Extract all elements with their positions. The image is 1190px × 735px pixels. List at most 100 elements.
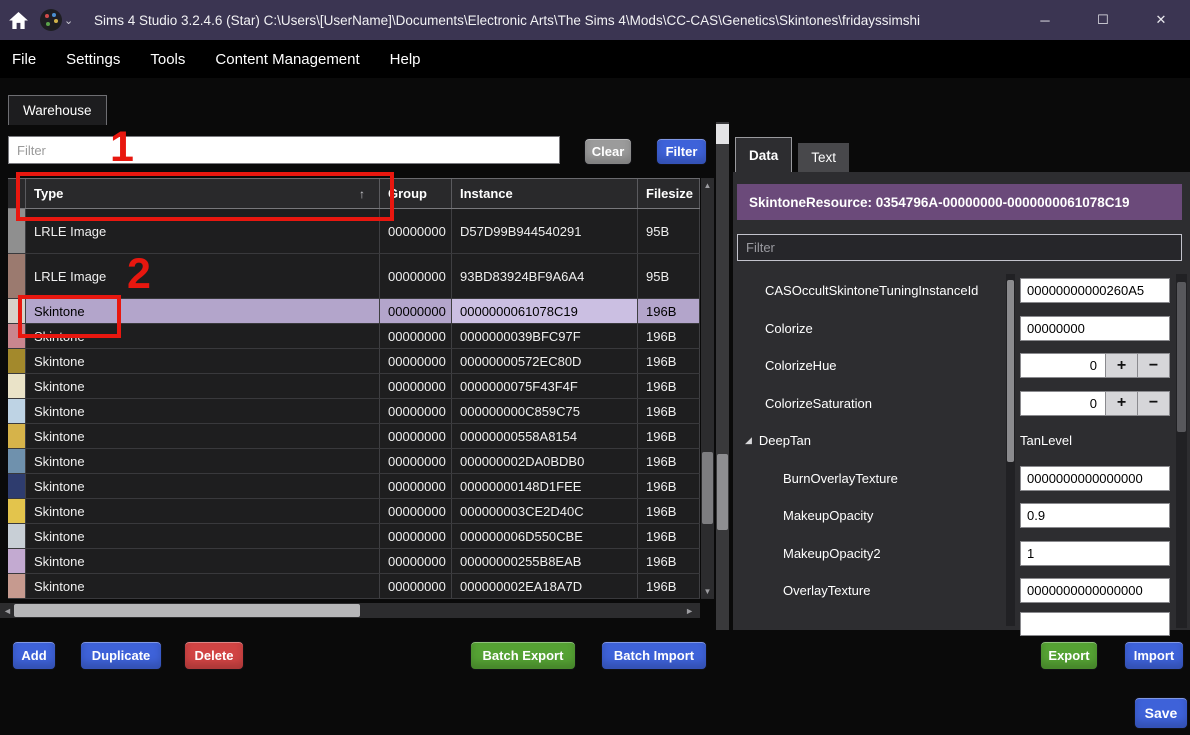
- menu-item-tools[interactable]: Tools: [150, 51, 185, 68]
- property-value-wrap: 0000000000000000: [1020, 578, 1170, 603]
- scroll-up-icon[interactable]: ▲: [701, 181, 714, 190]
- cell-type: LRLE Image: [26, 254, 380, 298]
- batch-export-button[interactable]: Batch Export: [470, 641, 576, 670]
- table-row[interactable]: Skintone00000000000000003CE2D40C196B: [8, 499, 700, 524]
- cell-filesize: 196B: [638, 324, 700, 348]
- home-icon[interactable]: [0, 0, 36, 40]
- property-scroll-thumb[interactable]: [1007, 280, 1014, 462]
- panel-scrollbar[interactable]: [716, 122, 729, 630]
- cell-instance: 00000000255B8EAB: [452, 549, 638, 573]
- detail-scroll-thumb[interactable]: [1177, 282, 1186, 432]
- close-button[interactable]: ✕: [1132, 0, 1190, 40]
- minimize-button[interactable]: ─: [1016, 0, 1074, 40]
- add-button[interactable]: Add: [12, 641, 56, 670]
- tab-text[interactable]: Text: [798, 143, 849, 172]
- property-value-input[interactable]: 00000000: [1020, 316, 1170, 341]
- scroll-right-icon[interactable]: ►: [685, 606, 694, 616]
- table-row[interactable]: Skintone00000000000000006D550CBE196B: [8, 524, 700, 549]
- tab-warehouse[interactable]: Warehouse: [8, 95, 107, 125]
- table-row[interactable]: Skintone0000000000000000255B8EAB196B: [8, 549, 700, 574]
- swatch-cell: [8, 209, 26, 253]
- property-value-input[interactable]: 0: [1021, 354, 1105, 377]
- increment-button[interactable]: +: [1105, 354, 1137, 377]
- cell-type: Skintone: [26, 474, 380, 498]
- cell-group: 00000000: [380, 449, 452, 473]
- panel-scroll-top-thumb[interactable]: [716, 124, 729, 144]
- cell-filesize: 95B: [638, 209, 700, 253]
- import-button[interactable]: Import: [1124, 641, 1184, 670]
- table-horizontal-scrollbar[interactable]: ◄ ►: [0, 603, 700, 618]
- cell-group: 00000000: [380, 524, 452, 548]
- cell-filesize: 196B: [638, 449, 700, 473]
- clear-button[interactable]: Clear: [584, 138, 632, 165]
- decrement-button[interactable]: −: [1137, 354, 1169, 377]
- vertical-scroll-thumb[interactable]: [702, 452, 713, 524]
- table-row[interactable]: Skintone00000000000000000C859C75196B: [8, 399, 700, 424]
- palette-icon[interactable]: [36, 0, 66, 40]
- scroll-left-icon[interactable]: ◄: [3, 606, 12, 616]
- increment-button[interactable]: +: [1105, 392, 1137, 415]
- cell-instance: D57D99B944540291: [452, 209, 638, 253]
- scroll-down-icon[interactable]: ▼: [701, 587, 714, 596]
- property-filter-input[interactable]: [737, 234, 1182, 261]
- table-row[interactable]: Skintone0000000000000000148D1FEE196B: [8, 474, 700, 499]
- menu-item-help[interactable]: Help: [390, 51, 421, 68]
- table-row[interactable]: LRLE Image00000000D57D99B94454029195B: [8, 209, 700, 254]
- cell-type: Skintone: [26, 549, 380, 573]
- filter-button[interactable]: Filter: [656, 138, 707, 165]
- save-button[interactable]: Save: [1134, 697, 1188, 729]
- property-value-input[interactable]: 0: [1021, 392, 1105, 415]
- export-button[interactable]: Export: [1040, 641, 1098, 670]
- column-header-group[interactable]: Group: [380, 179, 452, 208]
- menu-item-content-management[interactable]: Content Management: [215, 51, 359, 68]
- warehouse-filter-input[interactable]: [8, 136, 560, 164]
- property-row: CASOccultSkintoneTuningInstanceId0000000…: [737, 272, 1182, 310]
- table-row[interactable]: Skintone0000000000000000572EC80D196B: [8, 349, 700, 374]
- property-value-input[interactable]: 0000000000000000: [1020, 466, 1170, 491]
- menu-item-file[interactable]: File: [12, 51, 36, 68]
- column-header-type[interactable]: Type↑: [26, 179, 380, 208]
- chevron-down-icon[interactable]: ⌄: [64, 14, 78, 27]
- cell-filesize: 196B: [638, 399, 700, 423]
- cell-type: Skintone: [26, 399, 380, 423]
- property-value-input[interactable]: 00000000000260A5: [1020, 278, 1170, 303]
- table-row[interactable]: Skintone0000000000000000558A8154196B: [8, 424, 700, 449]
- decrement-button[interactable]: −: [1137, 392, 1169, 415]
- table-row[interactable]: Skintone00000000000000002EA18A7D196B: [8, 574, 700, 599]
- property-row: BurnOverlayTexture0000000000000000: [737, 460, 1182, 498]
- delete-button[interactable]: Delete: [184, 641, 244, 670]
- property-grid-scrollbar[interactable]: [1006, 274, 1015, 626]
- detail-vertical-scrollbar[interactable]: [1176, 274, 1187, 628]
- property-value-input[interactable]: 0.9: [1020, 503, 1170, 528]
- batch-import-button[interactable]: Batch Import: [601, 641, 707, 670]
- horizontal-scroll-thumb[interactable]: [14, 604, 360, 617]
- table-row[interactable]: Skintone00000000000000002DA0BDB0196B: [8, 449, 700, 474]
- duplicate-button[interactable]: Duplicate: [80, 641, 162, 670]
- menu-item-settings[interactable]: Settings: [66, 51, 120, 68]
- cell-filesize: 196B: [638, 574, 700, 598]
- maximize-button[interactable]: ☐: [1074, 0, 1132, 40]
- column-header-filesize[interactable]: Filesize: [638, 179, 700, 208]
- sort-ascending-icon: ↑: [359, 187, 365, 201]
- swatch-cell: [8, 524, 26, 548]
- table-row[interactable]: Skintone000000000000000039BFC97F196B: [8, 324, 700, 349]
- tab-data[interactable]: Data: [735, 137, 792, 172]
- table-vertical-scrollbar[interactable]: ▲ ▼: [701, 178, 714, 599]
- titlebar: ⌄ Sims 4 Studio 3.2.4.6 (Star) C:\Users\…: [0, 0, 1190, 40]
- expander-icon[interactable]: ◢: [745, 435, 752, 446]
- property-value-input[interactable]: 1: [1020, 541, 1170, 566]
- swatch-cell: [8, 499, 26, 523]
- cell-type: LRLE Image: [26, 209, 380, 253]
- panel-scroll-thumb[interactable]: [717, 454, 728, 530]
- cell-group: 00000000: [380, 209, 452, 253]
- table-row[interactable]: Skintone000000000000000061078C19196B: [8, 299, 700, 324]
- table-row[interactable]: Skintone000000000000000075F43F4F196B: [8, 374, 700, 399]
- property-name: Colorize: [737, 321, 1005, 336]
- cell-instance: 0000000061078C19: [452, 299, 638, 323]
- property-value-wrap: 0+−: [1020, 353, 1170, 378]
- property-value-input[interactable]: 0000000000000000: [1020, 578, 1170, 603]
- column-header-instance[interactable]: Instance: [452, 179, 638, 208]
- cell-group: 00000000: [380, 424, 452, 448]
- table-row[interactable]: LRLE Image0000000093BD83924BF9A6A495B: [8, 254, 700, 299]
- cell-filesize: 95B: [638, 254, 700, 298]
